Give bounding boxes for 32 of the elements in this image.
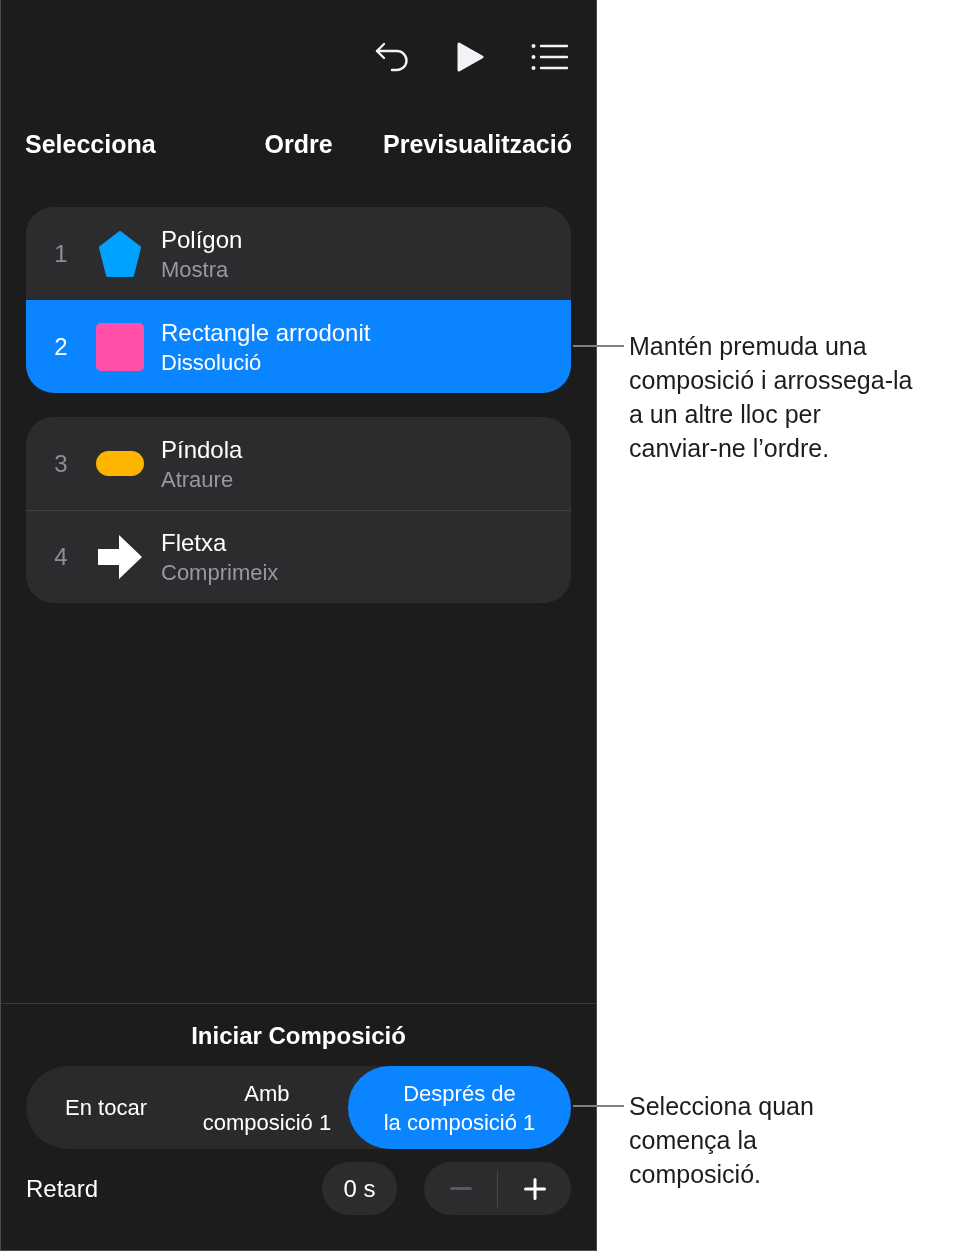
shape-name: Fletxa bbox=[161, 528, 228, 558]
row-number: 2 bbox=[53, 331, 69, 362]
callout-text: Selecciona quan comença la composició. bbox=[629, 1091, 814, 1190]
undo-icon[interactable] bbox=[375, 41, 409, 73]
select-button[interactable]: Selecciona bbox=[25, 128, 156, 160]
shape-name: Píndola bbox=[161, 434, 243, 465]
row-number: 3 bbox=[53, 448, 69, 479]
shape-name: Polígon bbox=[161, 224, 243, 255]
list-icon[interactable] bbox=[531, 43, 569, 71]
effect-name: Comprimeix bbox=[161, 559, 279, 587]
effect-name: Mostra bbox=[161, 255, 230, 284]
list-row[interactable]: 4 Fletxa Comprimeix bbox=[26, 510, 571, 603]
segment[interactable]: Després de la composició 1 bbox=[348, 1066, 571, 1149]
delay-label: Retard bbox=[26, 1173, 99, 1204]
effect-name: Dissolució bbox=[161, 348, 263, 377]
nav-title: Ordre bbox=[264, 129, 333, 160]
play-icon[interactable] bbox=[456, 41, 484, 73]
segment[interactable]: Amb composició 1 bbox=[186, 1066, 348, 1149]
plus-icon bbox=[523, 1177, 546, 1200]
leader-line bbox=[573, 1105, 624, 1107]
row-number: 1 bbox=[53, 238, 69, 269]
row-number: 4 bbox=[53, 542, 69, 572]
effect-name: Atraure bbox=[161, 465, 235, 494]
preview-button[interactable]: Previsualització bbox=[383, 128, 572, 160]
callout-text: Mantén premuda una composició i arrossega-la a un altre lloc per canviar-ne l’ordre. bbox=[629, 331, 913, 464]
delay-field[interactable]: 0 s bbox=[322, 1162, 397, 1215]
leader-line bbox=[573, 345, 624, 347]
minus-icon bbox=[449, 1187, 472, 1190]
shape-name: Rectangle arrodonit bbox=[161, 317, 371, 348]
segment[interactable]: En tocar bbox=[26, 1066, 186, 1149]
list-row[interactable]: 2 Rectangle arrodonit Dissolució bbox=[26, 300, 571, 393]
section-title: Iniciar Composició bbox=[191, 1021, 406, 1051]
